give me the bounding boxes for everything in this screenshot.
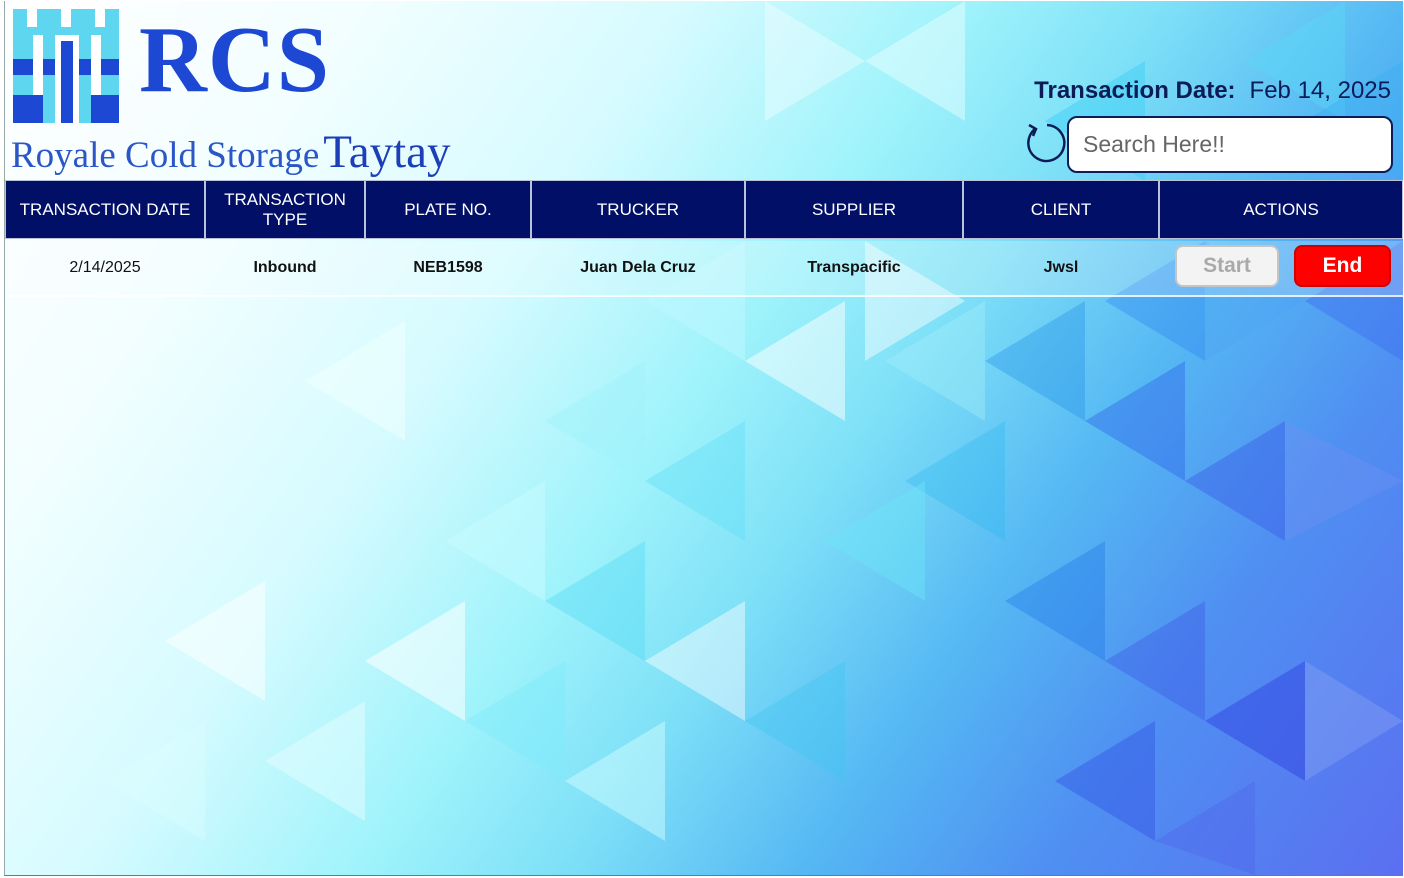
logo-tagline: Royale Cold StorageTaytay [11, 125, 451, 179]
cell-transaction-date: 2/14/2025 [69, 259, 141, 276]
cell-client: Jwsl [1043, 259, 1079, 276]
column-header-transaction-type: TRANSACTION TYPE [205, 180, 365, 239]
table-header: TRANSACTION DATE TRANSACTION TYPE PLATE … [5, 180, 1403, 239]
transaction-date-display: Transaction Date: Feb 14, 2025 [1034, 77, 1391, 105]
column-header-trucker: TRUCKER [531, 180, 745, 239]
logo-rcs-text: RCS [139, 8, 331, 112]
start-button[interactable]: Start [1175, 245, 1279, 287]
transaction-date-value: Feb 14, 2025 [1249, 77, 1391, 104]
table-row[interactable]: 2/14/2025 Inbound NEB1598 Juan Dela Cruz… [5, 241, 1403, 297]
castle-logo-icon [13, 1, 119, 123]
cell-supplier: Transpacific [807, 259, 901, 276]
app-window: RCS Royale Cold StorageTaytay Transactio… [4, 1, 1403, 876]
column-header-transaction-date: TRANSACTION DATE [5, 180, 205, 239]
column-header-plate-no: PLATE NO. [365, 180, 531, 239]
transaction-date-label: Transaction Date: [1034, 77, 1236, 104]
column-header-client: CLIENT [963, 180, 1159, 239]
column-header-supplier: SUPPLIER [745, 180, 963, 239]
search-input[interactable] [1067, 116, 1393, 173]
company-logo: RCS Royale Cold StorageTaytay [9, 1, 499, 179]
cell-trucker: Juan Dela Cruz [580, 259, 696, 276]
refresh-icon[interactable] [1023, 121, 1067, 165]
end-button[interactable]: End [1294, 245, 1391, 287]
cell-transaction-type: Inbound [253, 259, 317, 276]
branch-name: Taytay [323, 126, 451, 178]
cell-plate-no: NEB1598 [413, 259, 483, 276]
company-name: Royale Cold Storage [11, 135, 320, 176]
column-header-actions: ACTIONS [1159, 180, 1403, 239]
